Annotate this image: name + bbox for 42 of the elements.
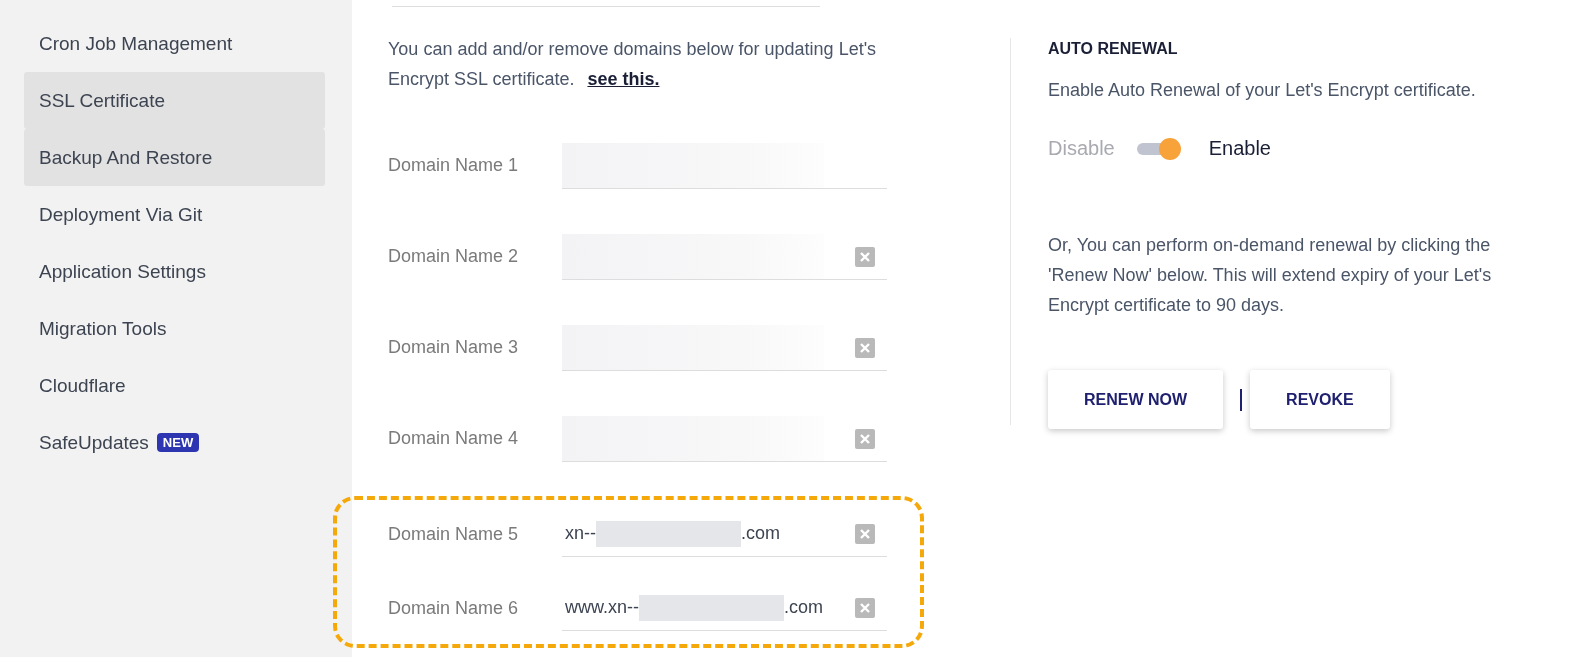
delete-icon[interactable] (855, 428, 875, 449)
toggle-switch[interactable] (1136, 137, 1181, 160)
domain-field[interactable] (562, 142, 887, 189)
intro-text: You can add and/or remove domains below for updating Let's Encrypt SSL certificate. see this. (388, 38, 878, 91)
domain-field[interactable]: xn-- .com (562, 511, 887, 557)
field-label: Domain Name 5 (388, 523, 520, 545)
domain-prefix: www.xn-- (565, 597, 639, 618)
see-this-link[interactable]: see this. (587, 69, 660, 89)
text-cursor (1240, 388, 1243, 411)
field-label: Domain Name 6 (388, 597, 520, 619)
sidebar-label: SafeUpdates (39, 431, 149, 454)
domain-suffix: .com (741, 523, 780, 544)
delete-icon[interactable] (855, 337, 875, 358)
revoke-button[interactable]: REVOKE (1250, 370, 1390, 429)
domain-prefix: xn-- (565, 523, 596, 544)
domain-field[interactable]: www.xn-- .com (562, 585, 887, 631)
sidebar-item[interactable]: Cloudflare (24, 357, 325, 414)
delete-icon[interactable] (855, 246, 875, 267)
disable-label: Disable (1048, 137, 1115, 160)
domain-field[interactable] (562, 415, 887, 462)
sidebar-item[interactable]: Deployment Via Git (24, 186, 325, 243)
domain-field[interactable] (562, 233, 887, 280)
new-badge: NEW (156, 433, 200, 452)
field-label: Domain Name 2 (388, 246, 520, 267)
sidebar-item[interactable]: SSL Certificate (24, 72, 325, 129)
field-label: Domain Name 3 (388, 337, 520, 358)
sidebar-item[interactable]: Application Settings (24, 243, 325, 300)
sidebar-item[interactable]: Backup And Restore (24, 129, 325, 186)
section-title: AUTO RENEWAL (1048, 40, 1179, 58)
delete-icon[interactable] (855, 598, 875, 618)
field-label: Domain Name 1 (388, 155, 520, 176)
field-label: Domain Name 4 (388, 428, 520, 449)
renew-now-button[interactable]: RENEW NOW (1048, 370, 1224, 429)
description-text: Enable Auto Renewal of your Let's Encrypt certificate. (1048, 80, 1477, 101)
enable-label: Enable (1208, 137, 1271, 160)
sidebar-item[interactable]: Cron Job Management (24, 15, 325, 72)
domain-field[interactable] (562, 324, 887, 371)
renewal-note: Or, You can perform on-demand renewal by clicking the 'Renew Now' below. This will extend expiry of your Let's Encrypt certificate to 90 days. (1048, 234, 1493, 317)
delete-icon[interactable] (855, 524, 875, 544)
domain-suffix: .com (784, 597, 824, 618)
sidebar-item[interactable]: SafeUpdates NEW (24, 414, 325, 471)
sidebar-item[interactable]: Migration Tools (24, 300, 325, 357)
